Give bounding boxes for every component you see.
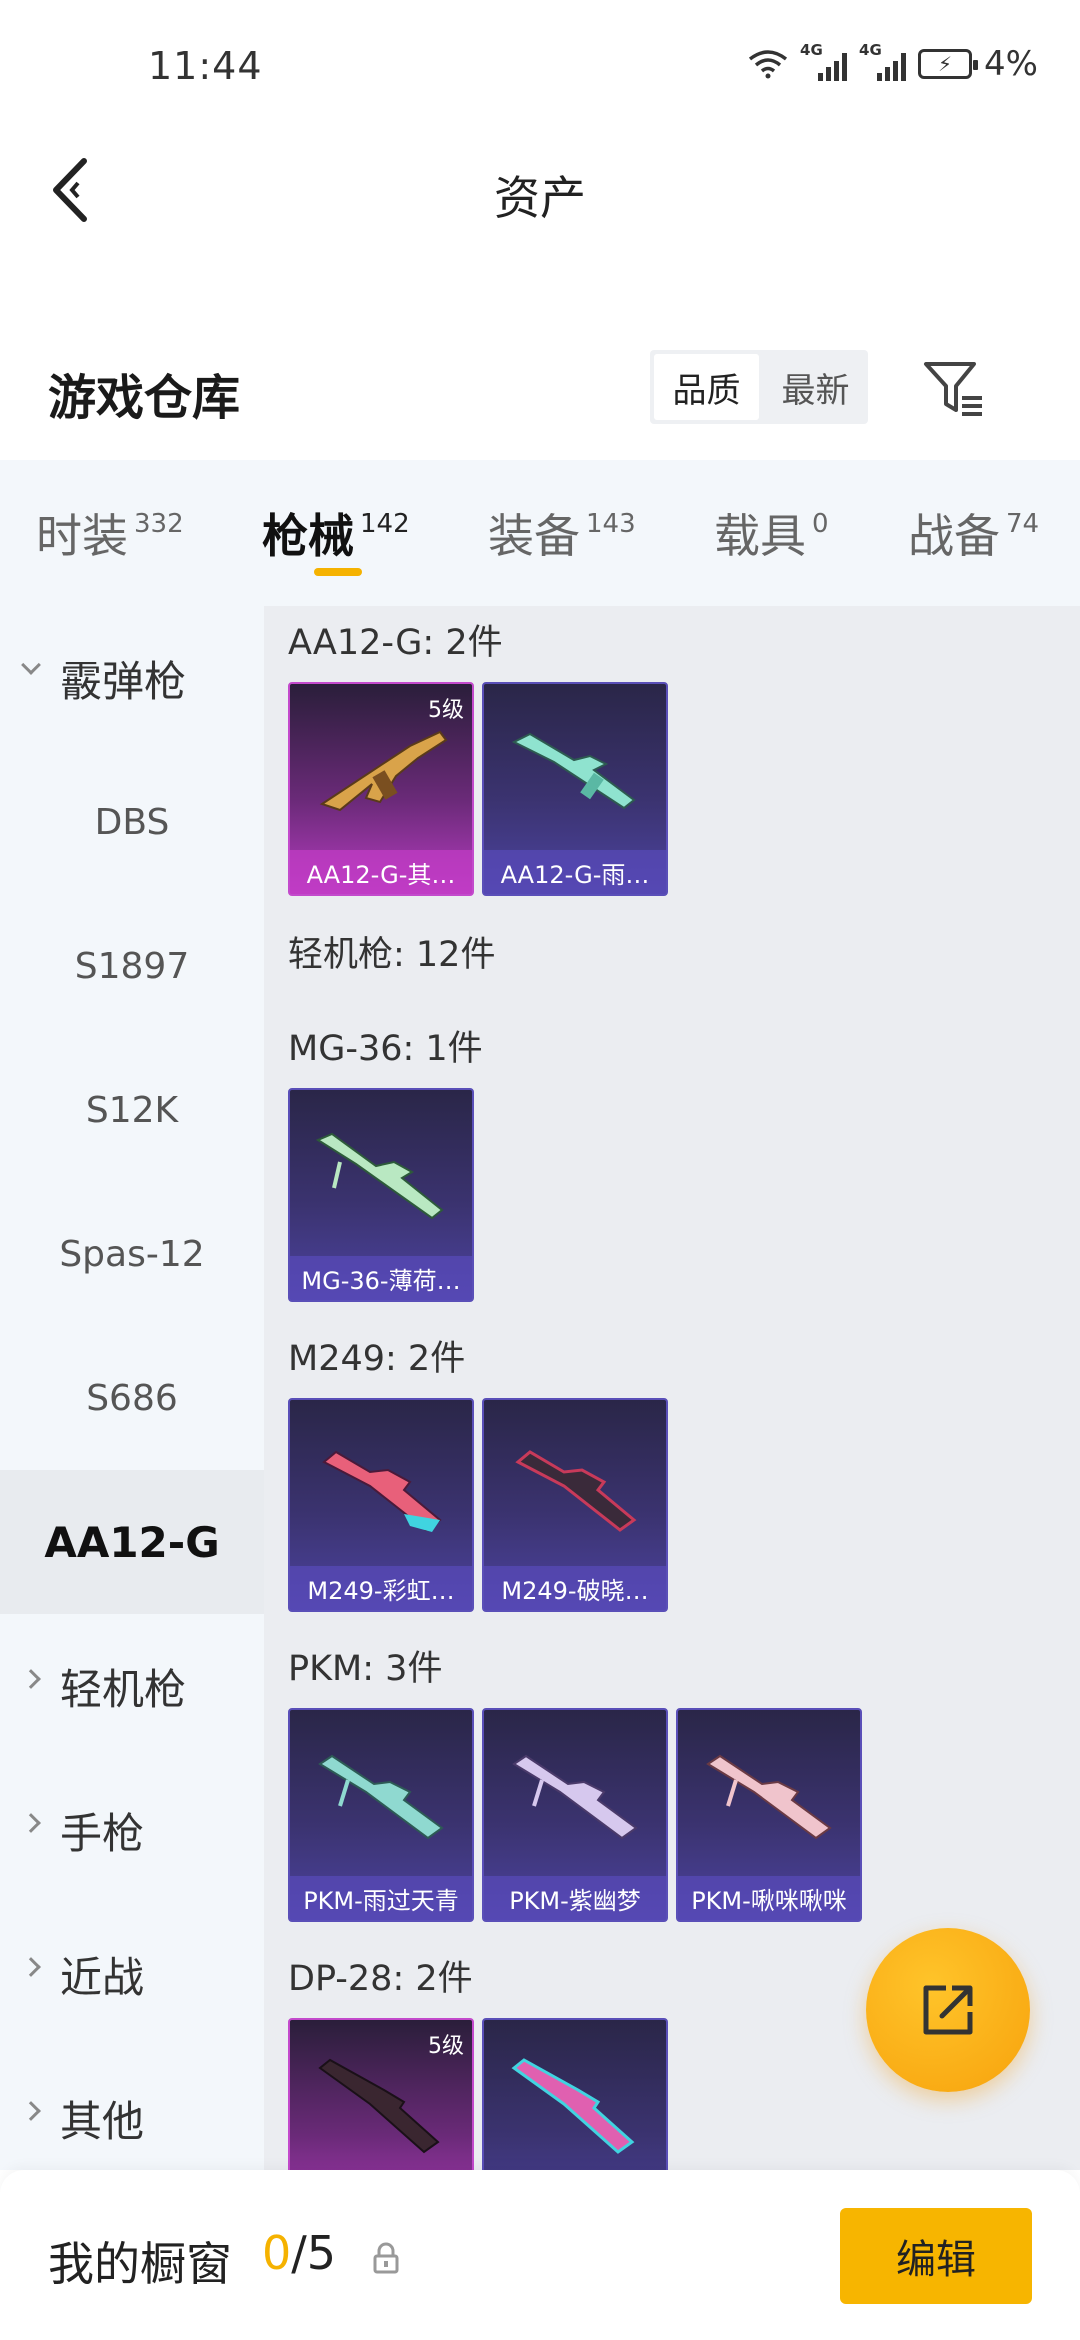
weapon-card[interactable]: AA12-G-雨… [482,682,668,896]
cellular-signal-icon-2: 4G [859,41,907,81]
weapon-card[interactable]: M249-破晓… [482,1398,668,1612]
tab-equipment[interactable]: 装备 143 [488,500,636,566]
weapon-card[interactable]: PKM-啾咪啾咪 [676,1708,862,1922]
weapon-card[interactable] [482,2018,668,2170]
rifle-icon [706,1754,832,1840]
rifle-icon [515,1450,637,1532]
section-title-mg36: MG-36: 1件 [288,1029,483,1069]
sort-toggle[interactable]: 品质 最新 [650,350,868,424]
sort-option-newest[interactable]: 最新 [763,350,868,424]
status-bar: 11:44 4G 4G ⚡ 4% [0,0,1080,130]
rifle-icon [319,730,448,812]
filter-button[interactable] [918,352,990,424]
rifle-icon [322,1450,442,1532]
section-title-pkm: PKM: 3件 [288,1649,443,1689]
showcase-count: 0/5 [262,2226,337,2280]
weapon-card-label: PKM-雨过天青 [290,1876,472,1920]
sidebar-group-other[interactable]: 其他 [0,2046,264,2190]
battery-percent: 4% [984,44,1038,84]
sidebar-item-s12k[interactable]: S12K [0,1038,264,1182]
filter-icon [924,362,982,416]
cellular-signal-icon: 4G [800,41,848,81]
sort-option-quality[interactable]: 品质 [654,354,759,420]
section-title-aa12g: AA12-G: 2件 [288,623,503,663]
sidebar-group-melee[interactable]: 近战 [0,1902,264,2046]
edit-button[interactable]: 编辑 [840,2208,1032,2304]
weapon-card-label: MG-36-薄荷… [290,1256,472,1300]
weapon-card[interactable]: M249-彩虹… [288,1398,474,1612]
share-icon [923,1985,973,2035]
sidebar-item-aa12g[interactable]: AA12-G [0,1470,264,1614]
weapon-card-label: PKM-啾咪啾咪 [678,1876,860,1920]
sidebar-group-lmg[interactable]: 轻机枪 [0,1614,264,1758]
weapon-card-label: M249-破晓… [484,1566,666,1610]
warehouse-title: 游戏仓库 [48,370,241,426]
chevron-right-icon [21,1957,41,1977]
share-button[interactable] [866,1928,1030,2092]
section-title-dp28: DP-28: 2件 [288,1959,473,1999]
chevron-right-icon [21,1669,41,1689]
battery-icon: ⚡ [918,49,979,79]
lock-icon [373,2242,399,2274]
section-title-lmg: 轻机枪: 12件 [288,935,496,975]
weapon-card[interactable]: PKM-雨过天青 [288,1708,474,1922]
status-icons: 4G 4G ⚡ 4% [748,41,1038,84]
tab-fashion[interactable]: 时装 332 [36,500,184,566]
tab-supplies[interactable]: 战备 74 [908,500,1039,566]
sidebar-item-s1897[interactable]: S1897 [0,894,264,1038]
tab-active-indicator [314,568,362,576]
weapon-card[interactable]: PKM-紫幽梦 [482,1708,668,1922]
rifle-icon [318,1754,444,1840]
category-tabs: 时装 332 枪械 142 装备 143 载具 0 战备 74 [0,460,1080,606]
status-time: 11:44 [148,44,263,88]
sidebar-item-dbs[interactable]: DBS [0,750,264,894]
wifi-icon [748,50,788,79]
chevron-down-icon [21,655,41,675]
chevron-right-icon [21,2101,41,2121]
weapon-card-label: PKM-紫幽梦 [484,1876,666,1920]
weapon-card[interactable]: 5级 [288,2018,474,2170]
weapon-category-sidebar: 霰弹枪 DBS S1897 S12K Spas-12 S686 AA12-G 轻… [0,606,264,2170]
sidebar-group-shotgun[interactable]: 霰弹枪 [0,606,264,750]
rifle-icon [512,1754,638,1840]
weapon-card-label: AA12-G-其… [290,850,472,894]
rifle-icon [511,2058,635,2154]
tab-vehicles[interactable]: 载具 0 [714,500,829,566]
section-title-m249: M249: 2件 [288,1339,466,1379]
rifle-icon [315,1132,444,1220]
tab-firearms[interactable]: 枪械 142 [262,500,410,566]
showcase-label: 我的橱窗 [48,2237,232,2291]
weapon-card-label: M249-彩虹… [290,1566,472,1610]
weapon-card[interactable]: 5级 AA12-G-其… [288,682,474,896]
page-title: 资产 [494,171,586,225]
rifle-icon [318,2058,440,2154]
sidebar-item-s686[interactable]: S686 [0,1326,264,1470]
rifle-icon [511,732,636,810]
sidebar-group-pistol[interactable]: 手枪 [0,1758,264,1902]
showcase-bar: 我的橱窗 0/5 编辑 [0,2170,1080,2340]
weapon-card-label: AA12-G-雨… [484,850,666,894]
sidebar-item-spas12[interactable]: Spas-12 [0,1182,264,1326]
weapon-card[interactable]: MG-36-薄荷… [288,1088,474,1302]
chevron-right-icon [21,1813,41,1833]
